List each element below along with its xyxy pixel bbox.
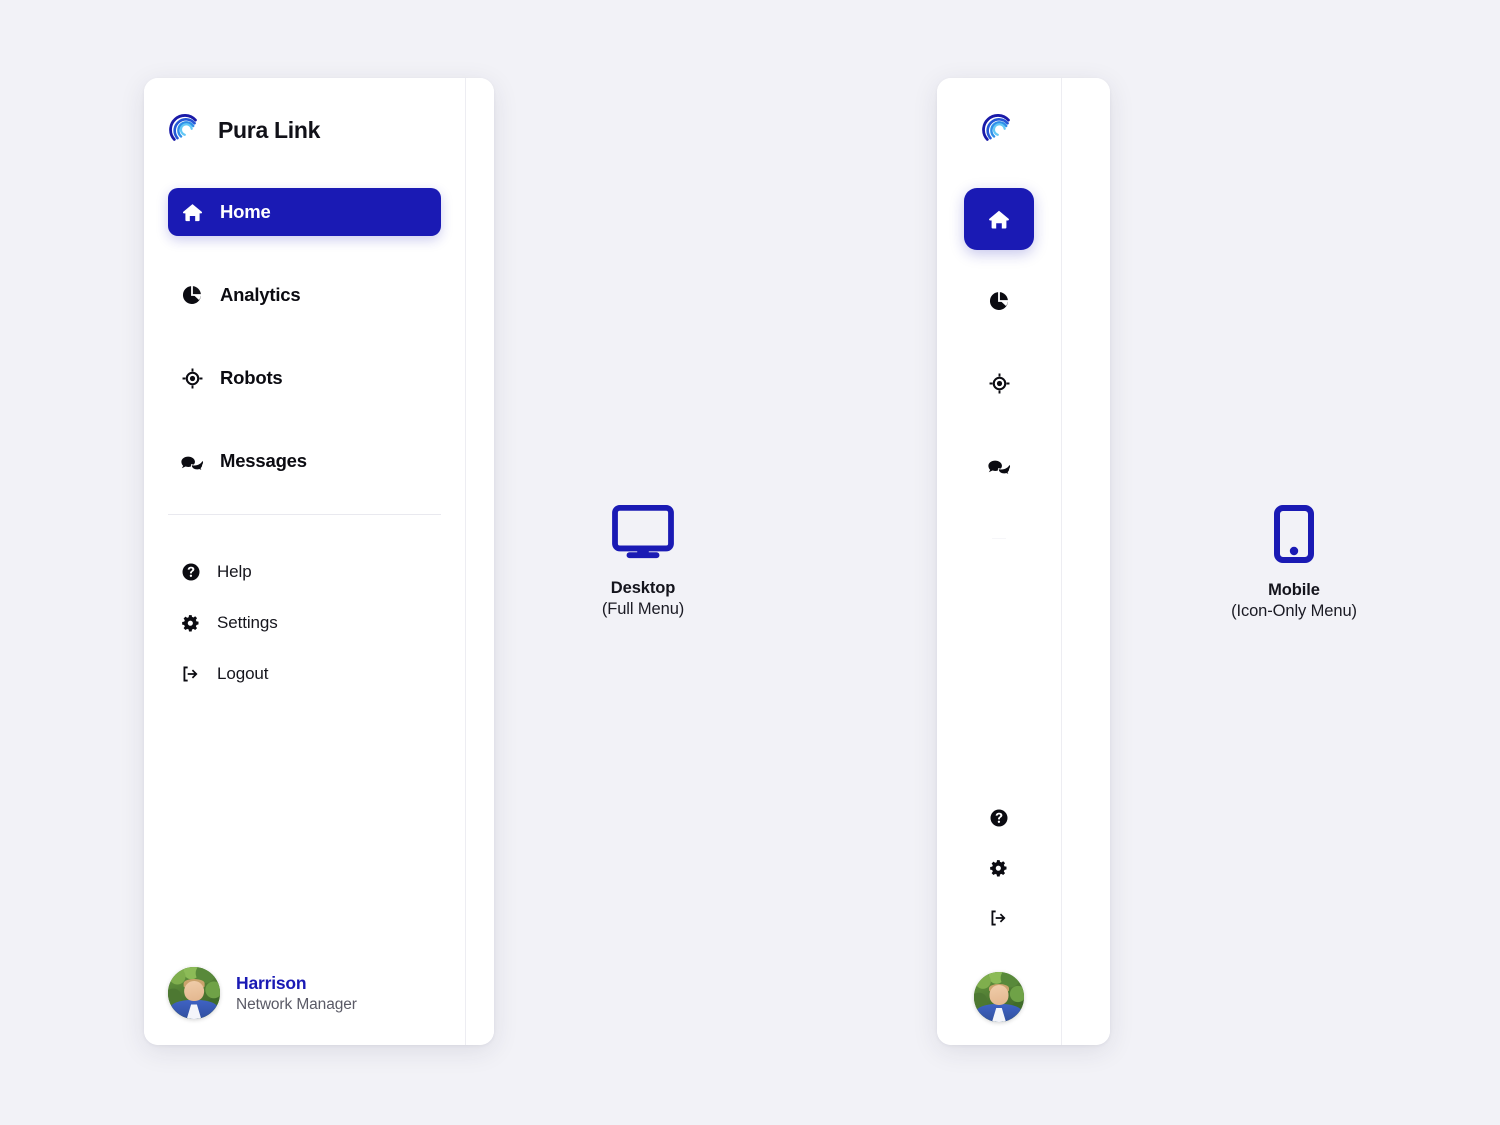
- mobile-caption-subtitle: (Icon-Only Menu): [1231, 602, 1357, 620]
- sidebar-item-help[interactable]: Help: [168, 554, 441, 590]
- target-icon: [987, 371, 1011, 395]
- sidebar-item-messages[interactable]: Messages: [168, 437, 441, 485]
- chat-bubbles-icon: [180, 449, 204, 473]
- sidebar-item-analytics-label: Analytics: [220, 284, 301, 305]
- pura-link-arcs-logo-icon: [981, 112, 1017, 148]
- pie-chart-icon: [987, 289, 1011, 313]
- gear-icon: [180, 613, 201, 634]
- primary-navigation-compact: [949, 182, 1049, 516]
- desktop-caption-subtitle: (Full Menu): [601, 600, 685, 618]
- sidebar-item-analytics[interactable]: Analytics: [168, 271, 441, 319]
- pura-link-arcs-logo-icon: [168, 112, 204, 148]
- question-circle-icon: [989, 808, 1010, 829]
- user-role: Network Manager: [236, 995, 357, 1013]
- sidebar-item-settings-label: Settings: [217, 613, 278, 632]
- sidebar-item-logout[interactable]: [976, 899, 1022, 937]
- sidebar-item-analytics[interactable]: [964, 270, 1034, 332]
- home-icon: [180, 200, 204, 224]
- mobile-caption: Mobile (Icon-Only Menu): [1194, 505, 1394, 621]
- chat-bubbles-icon: [987, 453, 1011, 477]
- user-avatar-photo: [974, 972, 1024, 1022]
- sidebar-item-settings[interactable]: Settings: [168, 605, 441, 641]
- pie-chart-icon: [180, 283, 204, 307]
- sidebar-item-messages-label: Messages: [220, 450, 307, 471]
- user-avatar-photo: [168, 967, 220, 1019]
- sidebar-item-robots-label: Robots: [220, 367, 283, 388]
- desktop-caption: Desktop (Full Menu): [543, 505, 743, 619]
- sidebar-item-home-label: Home: [220, 201, 271, 222]
- desktop-device-card: Pura Link Home Analytics Robots Messages…: [144, 78, 494, 1045]
- sidebar-item-logout-label: Logout: [217, 664, 269, 683]
- gear-icon: [989, 858, 1010, 879]
- brand-name: Pura Link: [218, 116, 321, 143]
- user-profile-compact[interactable]: [974, 949, 1024, 1045]
- sidebar-item-robots[interactable]: Robots: [168, 354, 441, 402]
- brand-header-compact[interactable]: [981, 78, 1017, 182]
- brand-header[interactable]: Pura Link: [168, 78, 441, 182]
- sidebar-divider: [992, 538, 1006, 539]
- desktop-content-area: [465, 78, 494, 1045]
- sidebar-item-logout[interactable]: Logout: [168, 656, 441, 692]
- mobile-phone-icon: [1274, 505, 1314, 563]
- user-profile[interactable]: Harrison Network Manager: [168, 941, 441, 1045]
- question-circle-icon: [180, 562, 201, 583]
- logout-icon: [989, 908, 1010, 929]
- mobile-sidebar: [937, 78, 1061, 1045]
- desktop-monitor-icon: [612, 505, 674, 561]
- desktop-caption-title: Desktop: [610, 579, 676, 597]
- sidebar-item-robots[interactable]: [964, 352, 1034, 414]
- mobile-caption-title: Mobile: [1268, 581, 1320, 599]
- sidebar-item-help[interactable]: [976, 799, 1022, 837]
- logout-icon: [180, 664, 201, 685]
- sidebar-flex-spacer: [168, 707, 441, 941]
- secondary-navigation-compact: [949, 799, 1049, 949]
- comparison-stage: Pura Link Home Analytics Robots Messages…: [0, 0, 1500, 1125]
- sidebar-item-home[interactable]: Home: [168, 188, 441, 236]
- user-name: Harrison: [236, 972, 307, 993]
- mobile-content-area: [1061, 78, 1110, 1045]
- sidebar-item-messages[interactable]: [964, 434, 1034, 496]
- secondary-navigation: Help Settings Logout: [168, 515, 441, 707]
- sidebar-item-settings[interactable]: [976, 849, 1022, 887]
- sidebar-item-help-label: Help: [217, 562, 252, 581]
- desktop-sidebar: Pura Link Home Analytics Robots Messages…: [144, 78, 465, 1045]
- target-icon: [180, 366, 204, 390]
- mobile-device-card: [937, 78, 1110, 1045]
- sidebar-item-home[interactable]: [964, 188, 1034, 250]
- primary-navigation: Home Analytics Robots Messages: [168, 182, 441, 485]
- home-icon: [987, 207, 1011, 231]
